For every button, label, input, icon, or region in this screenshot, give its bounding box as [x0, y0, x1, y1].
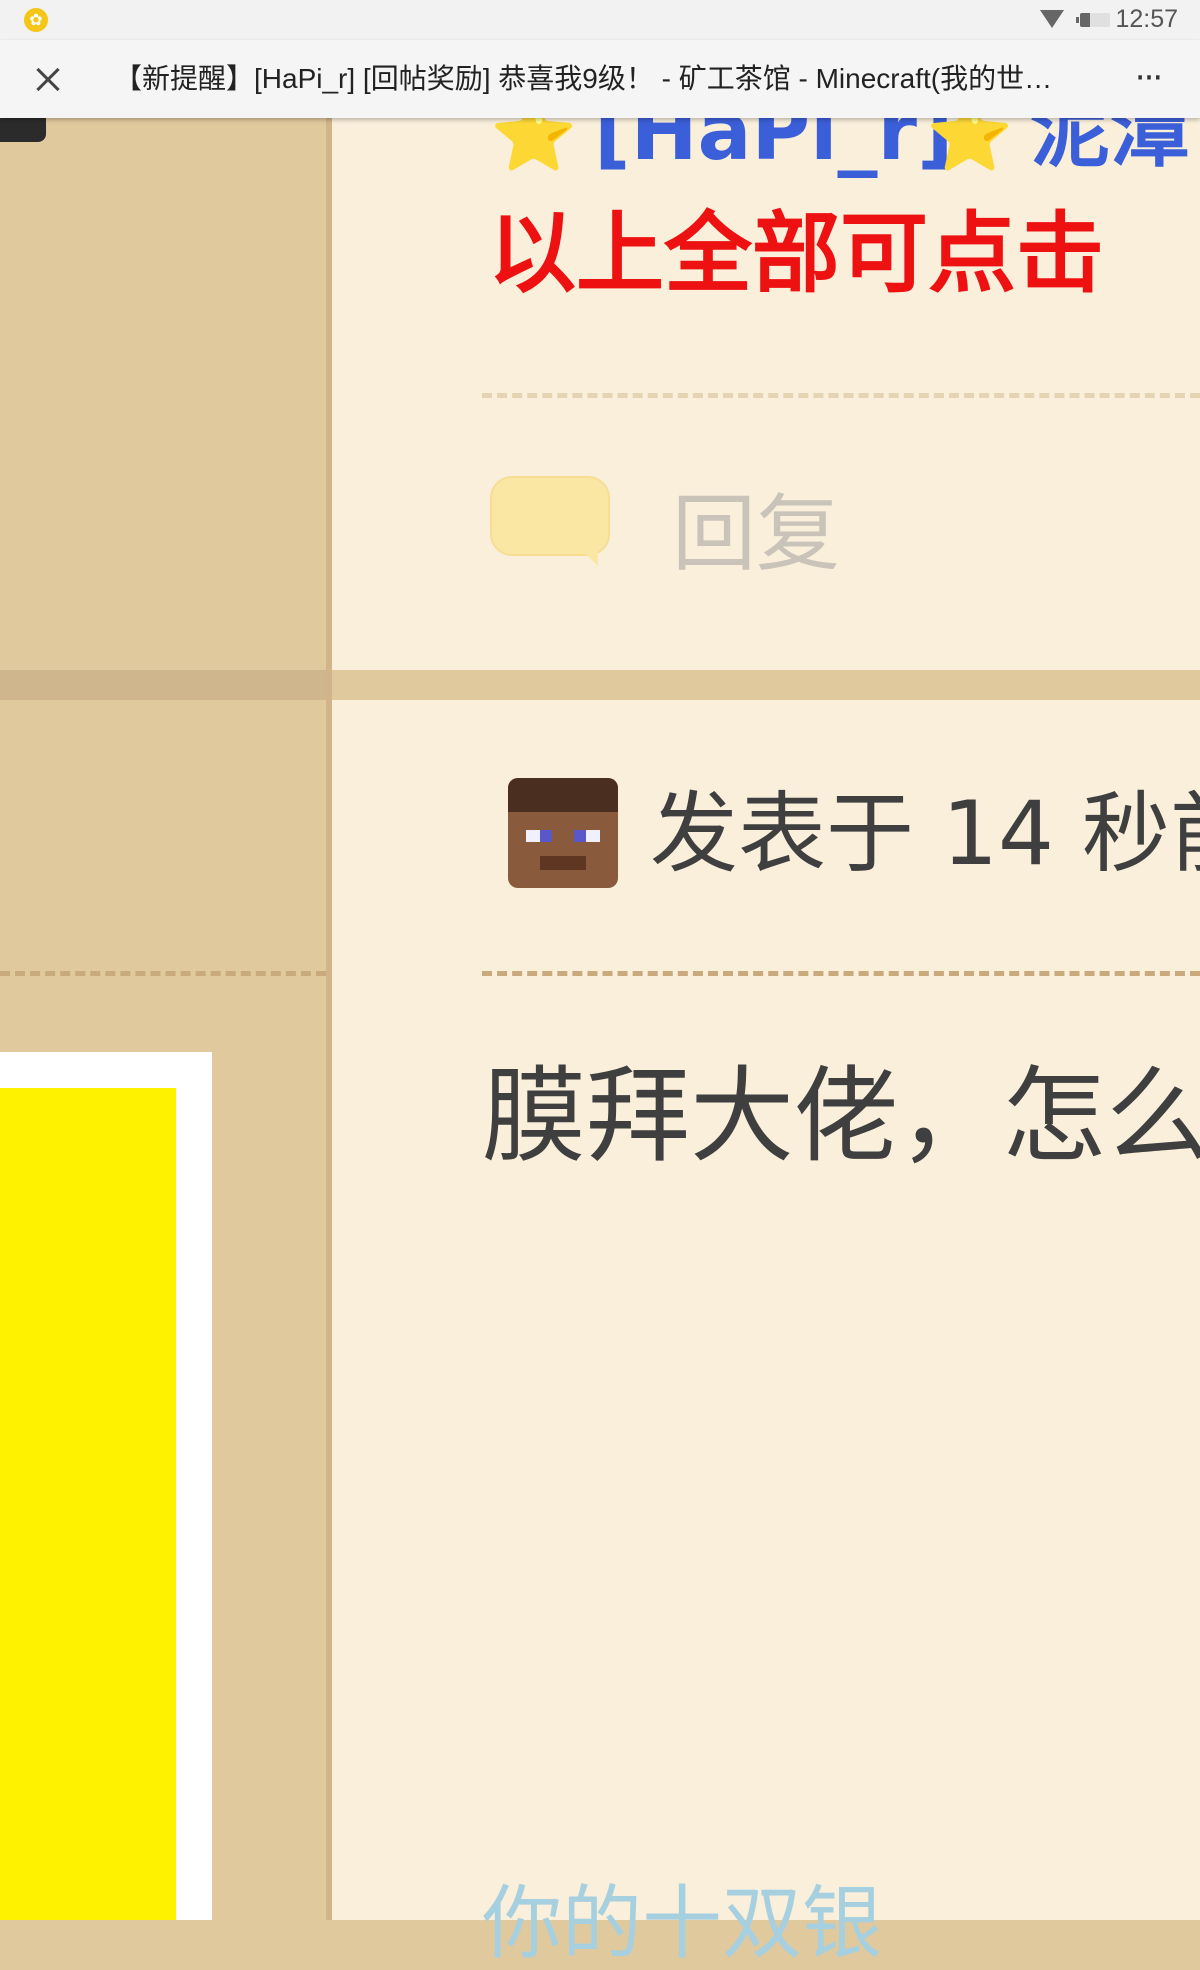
dashed-divider — [0, 971, 326, 976]
post-separator-left — [0, 670, 326, 700]
notification-app-icon: ✿ — [24, 8, 48, 32]
wifi-icon — [1040, 10, 1064, 28]
battery-icon — [1076, 13, 1110, 27]
post-content-column — [332, 118, 1200, 1920]
status-clock: 12:57 — [1115, 5, 1178, 33]
close-icon[interactable] — [22, 54, 74, 106]
dashed-divider — [482, 393, 1200, 398]
reply-button[interactable]: 回复 — [672, 486, 840, 582]
browser-title-bar: 【新提醒】[HaPi_r] [回帖奖励] 恭喜我9级！ - 矿工茶馆 - Min… — [0, 40, 1200, 118]
bottom-link[interactable]: 你的十双银 — [482, 1884, 882, 1964]
avatar[interactable] — [508, 778, 618, 888]
clickable-notice: 以上全部可点击 — [488, 202, 1105, 305]
reply-bubble-icon[interactable] — [490, 476, 610, 566]
avatar-fragment — [0, 118, 46, 142]
post-timestamp: 发表于 14 秒前 — [650, 782, 1200, 885]
page-title: 【新提醒】[HaPi_r] [回帖奖励] 恭喜我9级！ - 矿工茶馆 - Min… — [114, 63, 1072, 94]
status-bar: ✿ 12:57 — [0, 0, 1200, 40]
post-body-text: 膜拜大佬，怎么 — [482, 1055, 1200, 1177]
post-separator — [332, 670, 1200, 700]
more-icon[interactable]: ··· — [1122, 58, 1174, 102]
user-image[interactable] — [0, 1088, 176, 1920]
dashed-divider — [482, 971, 1200, 976]
